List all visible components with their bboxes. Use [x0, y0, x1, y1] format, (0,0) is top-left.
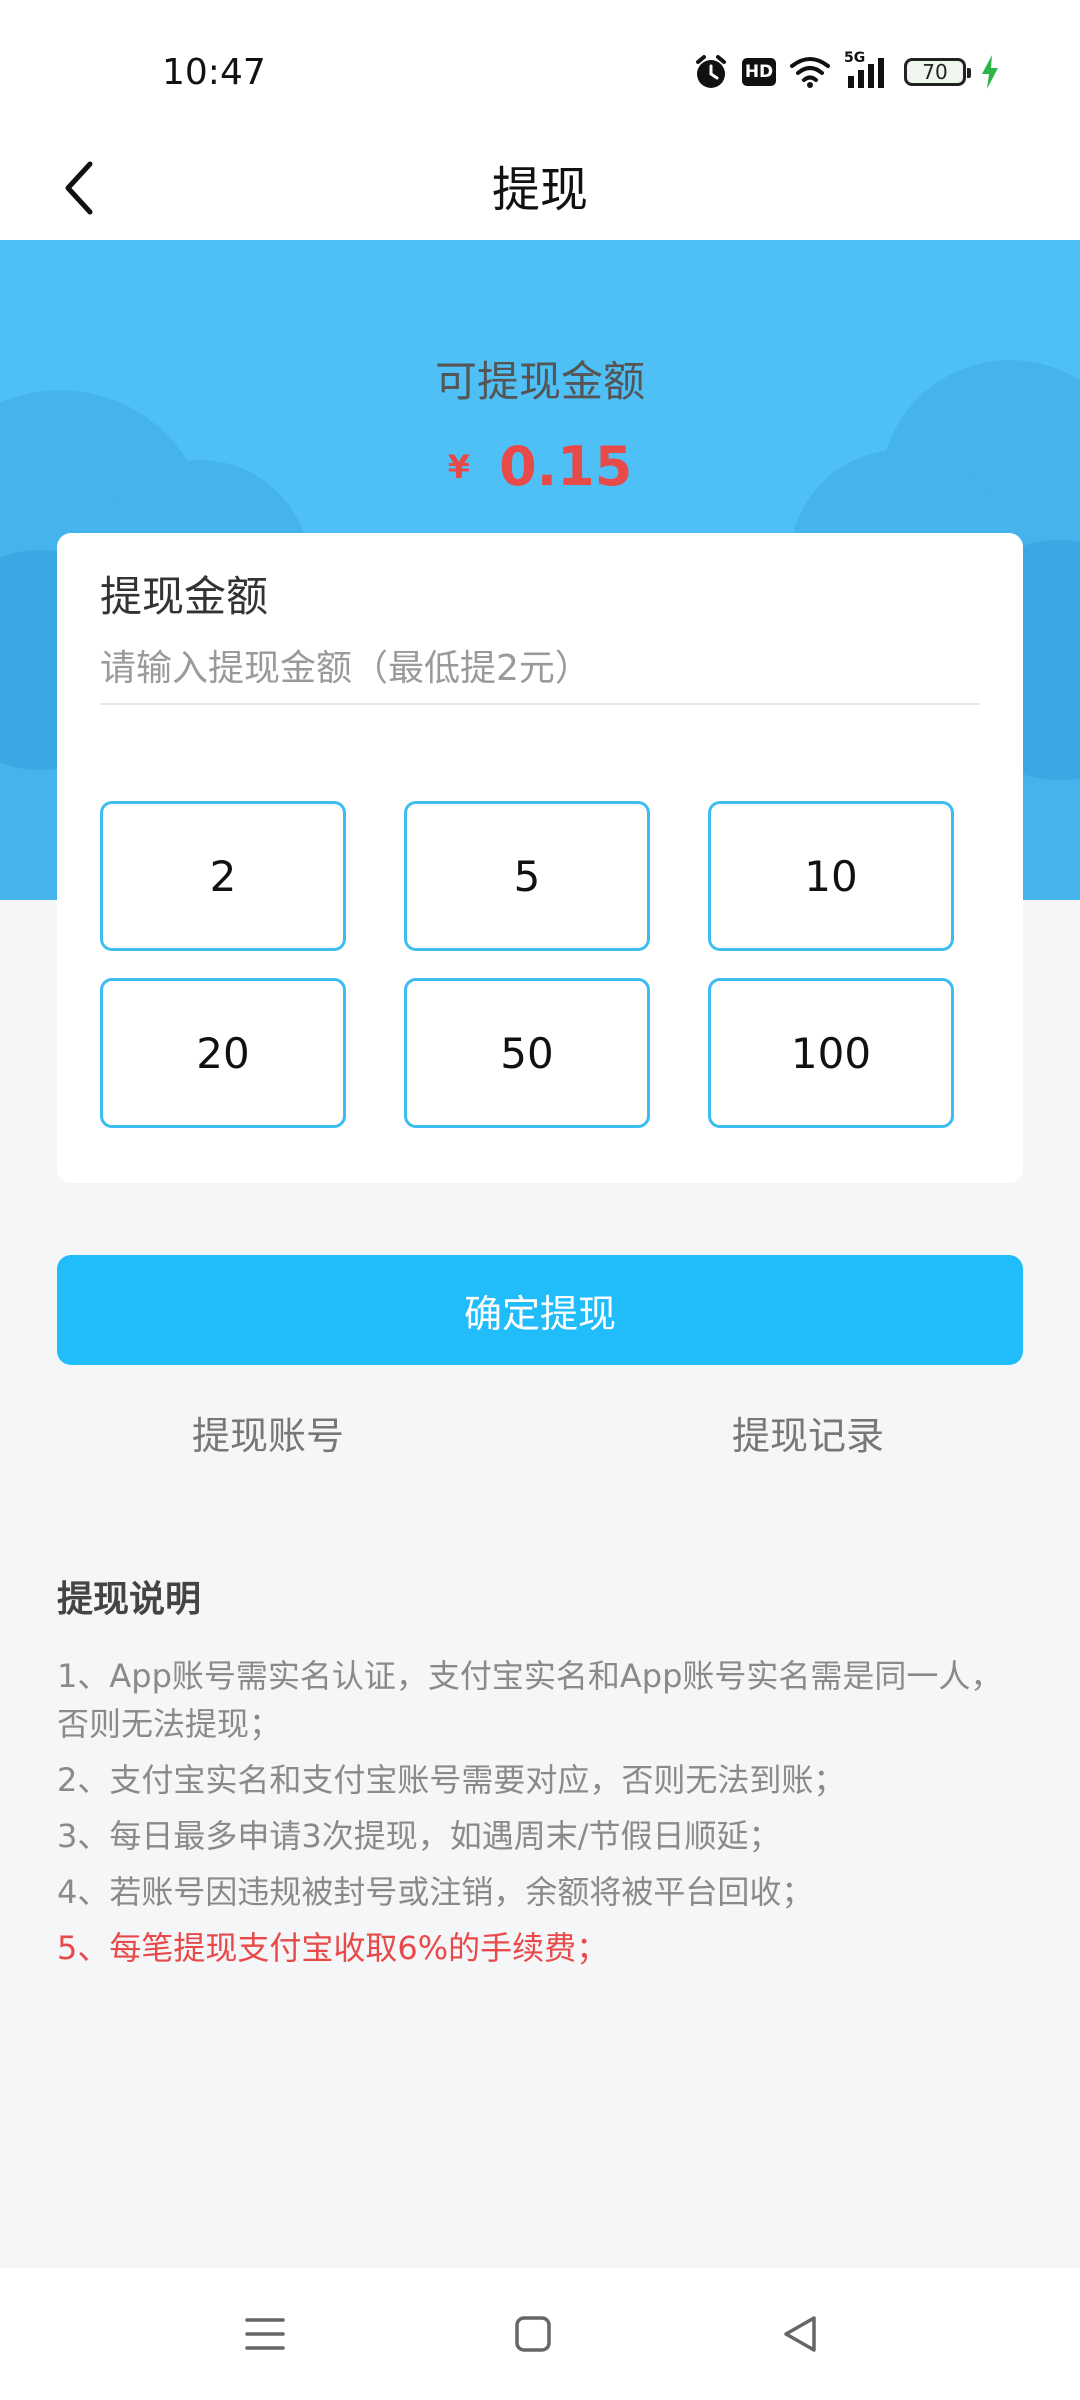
withdraw-account-link[interactable]: 提现账号: [192, 1405, 344, 1460]
amount-option-5[interactable]: 5: [404, 801, 650, 951]
home-button[interactable]: [503, 2304, 563, 2364]
menu-button[interactable]: [235, 2304, 295, 2364]
instruction-item: 2、支付宝实名和支付宝账号需要对应，否则无法到账；: [57, 1761, 846, 1799]
battery-icon: 70: [904, 58, 971, 86]
status-icons: HD 5G 70: [694, 50, 1000, 94]
amount-section-title: 提现金额: [100, 572, 269, 621]
wifi-icon: [790, 56, 830, 88]
alarm-icon: [694, 54, 728, 90]
instruction-item: 4、若账号因违规被封号或注销，余额将被平台回收；: [57, 1873, 814, 1911]
withdraw-records-link[interactable]: 提现记录: [732, 1405, 884, 1460]
system-nav-bar: [0, 2268, 1080, 2400]
amount-option-20[interactable]: 20: [100, 978, 346, 1128]
amount-option-10[interactable]: 10: [708, 801, 954, 951]
balance-value: 0.15: [499, 435, 633, 498]
hd-icon: HD: [742, 58, 776, 86]
instructions-title: 提现说明: [57, 1579, 202, 1620]
home-square-icon: [515, 2316, 551, 2352]
status-time: 10:47: [162, 52, 266, 93]
instructions-list: 1、App账号需实名认证，支付宝实名和App账号实名需是同一人，否则无法提现； …: [57, 1652, 1027, 1980]
confirm-withdraw-button[interactable]: 确定提现: [57, 1255, 1023, 1365]
system-back-button[interactable]: [770, 2304, 830, 2364]
amount-option-50[interactable]: 50: [404, 978, 650, 1128]
amount-option-2[interactable]: 2: [100, 801, 346, 951]
nav-bar: 提现: [0, 140, 1080, 240]
back-triangle-icon: [784, 2316, 816, 2352]
charging-icon: [980, 55, 1000, 89]
page-title: 提现: [491, 162, 588, 218]
instruction-item: 1、App账号需实名认证，支付宝实名和App账号实名需是同一人，否则无法提现；: [57, 1657, 1003, 1743]
instruction-item-fee: 5、每笔提现支付宝收取6%的手续费；: [57, 1929, 609, 1967]
menu-icon: [245, 2318, 285, 2350]
amount-input[interactable]: [100, 633, 980, 705]
signal-5g-icon: 5G: [844, 50, 890, 90]
amount-option-100[interactable]: 100: [708, 978, 954, 1128]
status-bar: 10:47 HD 5G 70: [0, 0, 1080, 140]
withdraw-card: 提现金额 2 5 10 20 50 100: [57, 533, 1023, 1183]
withdraw-page: 10:47 HD 5G 70 提现 可提现金额 ¥ 0.15 提现金额 请输入提…: [0, 0, 1080, 2400]
currency-symbol: ¥: [447, 447, 470, 486]
instruction-item: 3、每日最多申请3次提现，如遇周末/节假日顺延；: [57, 1817, 781, 1855]
balance-row: ¥ 0.15: [0, 435, 1080, 498]
balance-label: 可提现金额: [434, 357, 645, 406]
